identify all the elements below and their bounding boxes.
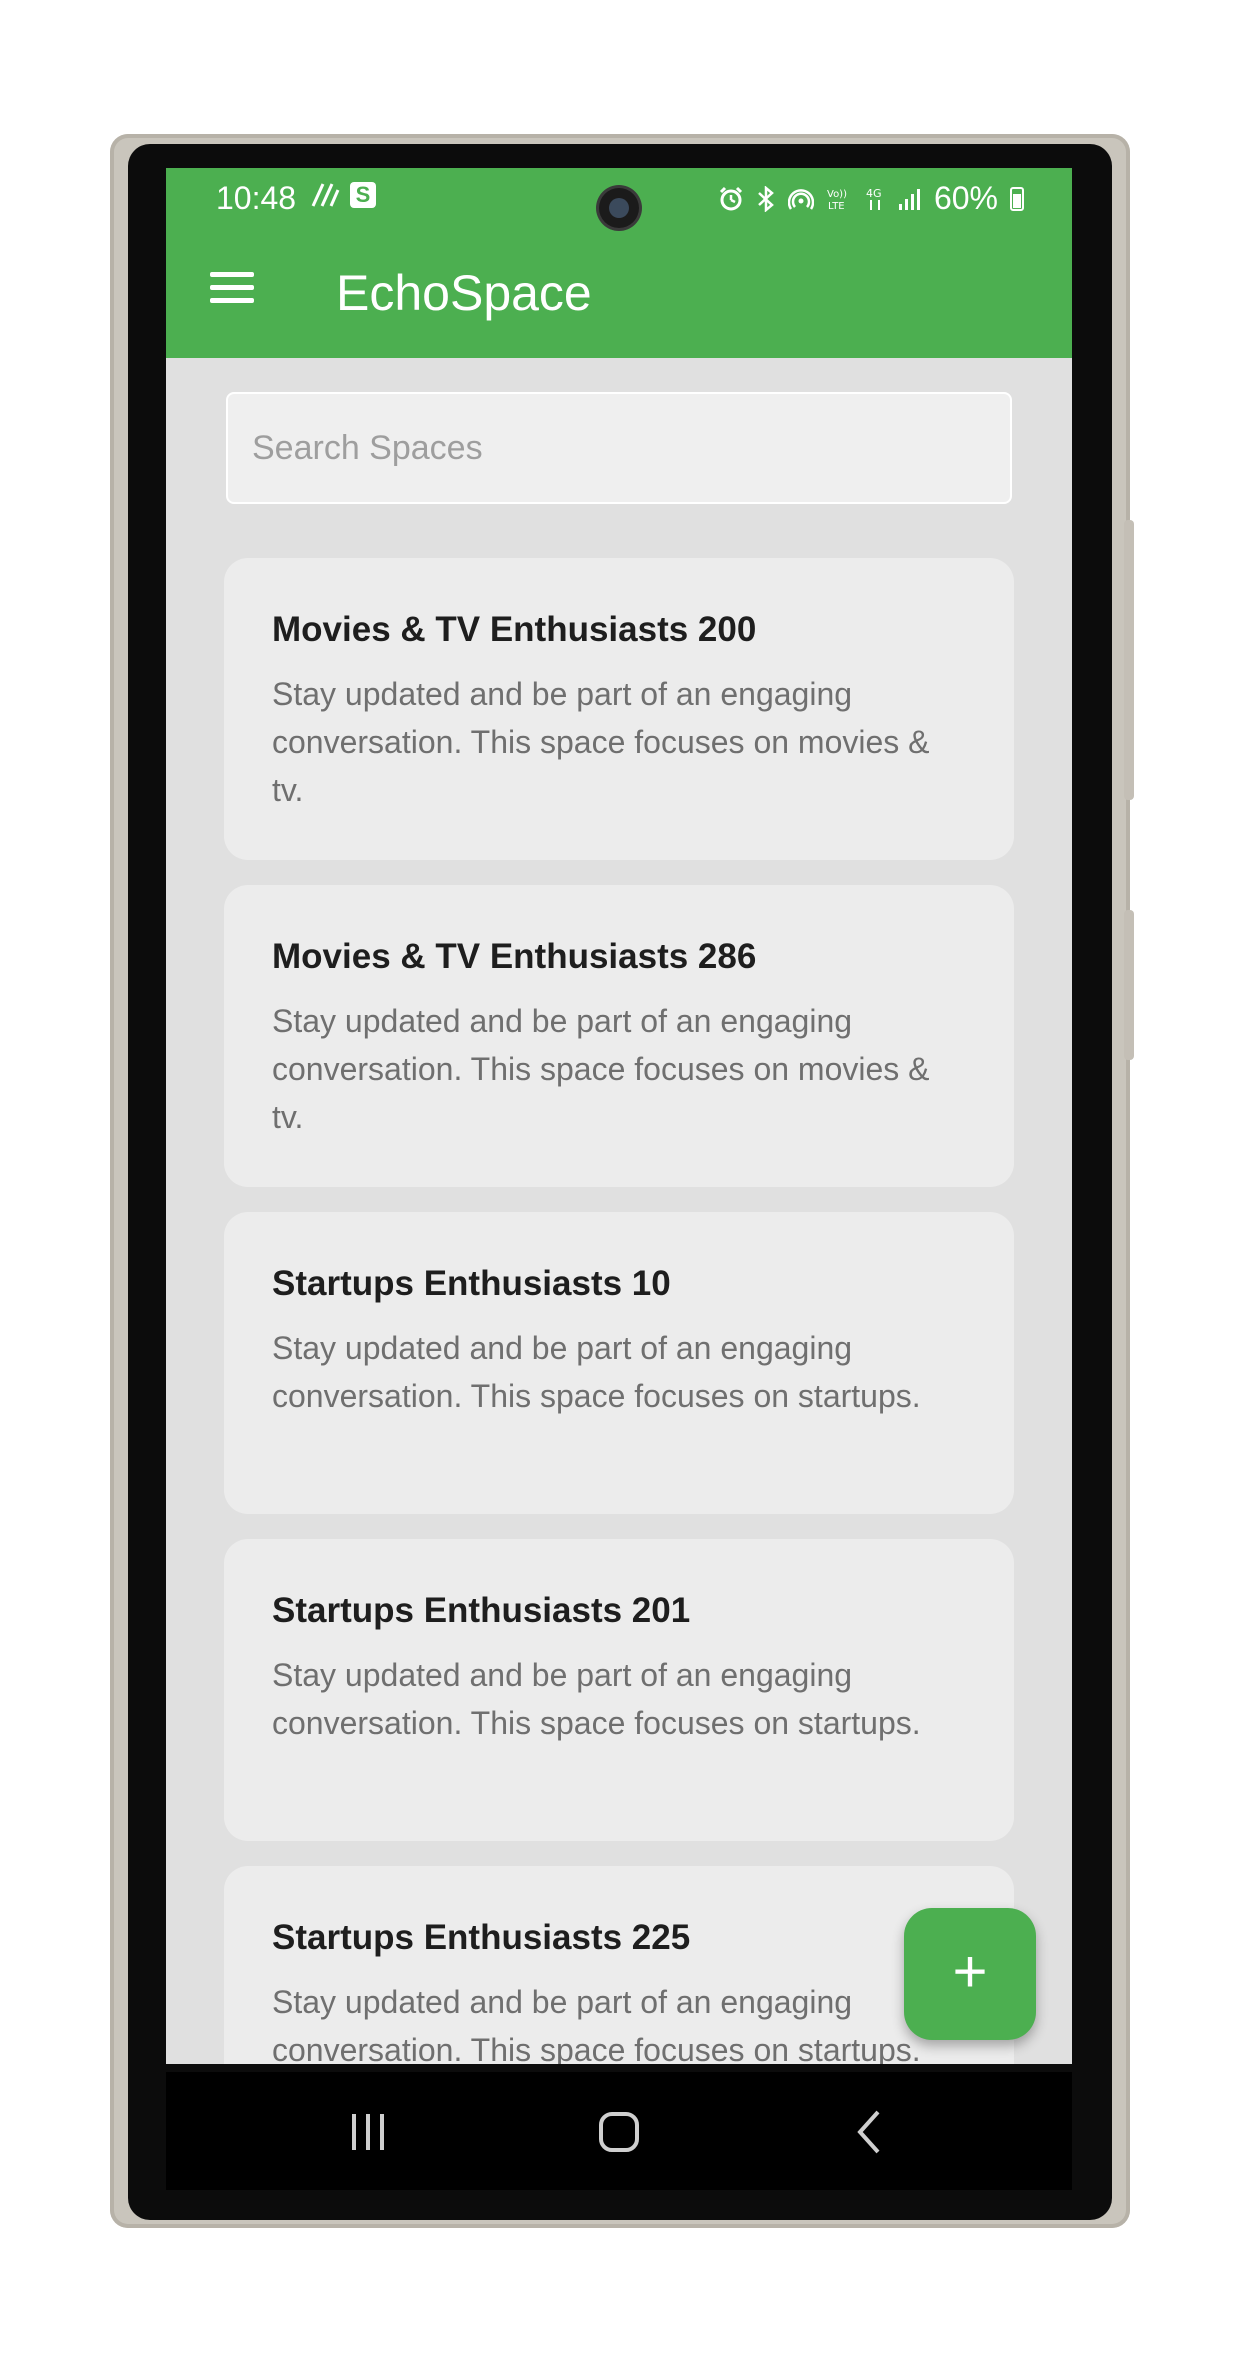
status-right-icons: Vo)) LTE 4G 60% xyxy=(718,180,1024,217)
alarm-icon xyxy=(719,186,743,210)
battery-percent: 60% xyxy=(933,180,998,216)
bluetooth-icon xyxy=(758,185,774,212)
space-description: Stay updated and be part of an engaging … xyxy=(272,1984,921,2064)
space-card[interactable]: Startups Enthusiasts 10 Stay updated and… xyxy=(224,1212,1014,1514)
space-card[interactable]: Movies & TV Enthusiasts 286 Stay updated… xyxy=(224,885,1014,1187)
space-description: Stay updated and be part of an engaging … xyxy=(272,1003,930,1135)
home-icon xyxy=(599,2112,639,2152)
s-badge-icon: S xyxy=(350,182,376,208)
system-nav-bar xyxy=(166,2072,1072,2190)
home-button[interactable] xyxy=(559,2072,679,2190)
hotspot-icon xyxy=(787,188,814,210)
menu-icon[interactable] xyxy=(210,272,254,306)
add-space-button[interactable]: + xyxy=(904,1908,1036,2040)
space-description: Stay updated and be part of an engaging … xyxy=(272,1330,921,1414)
recents-icon xyxy=(352,2114,384,2150)
recents-button[interactable] xyxy=(308,2072,428,2190)
back-button[interactable] xyxy=(810,2072,930,2190)
space-title: Movies & TV Enthusiasts 286 xyxy=(272,937,757,976)
4g-icon: 4G xyxy=(866,187,882,210)
add-icon: + xyxy=(952,1938,988,2005)
svg-text:LTE: LTE xyxy=(828,201,845,212)
svg-text:Vo)): Vo)) xyxy=(827,189,847,200)
no-sim-icon xyxy=(311,183,340,207)
space-card[interactable]: Startups Enthusiasts 201 Stay updated an… xyxy=(224,1539,1014,1841)
space-card[interactable]: Movies & TV Enthusiasts 200 Stay updated… xyxy=(224,558,1014,860)
space-list: Movies & TV Enthusiasts 200 Stay updated… xyxy=(224,558,1014,2064)
volte-icon: Vo)) LTE xyxy=(827,189,847,212)
device-stage: 10:48 S Vo)) LTE 4G 60% EchoSpace Search… xyxy=(0,0,1245,2359)
menu-icon-line xyxy=(210,272,254,277)
space-title: Startups Enthusiasts 10 xyxy=(272,1264,671,1303)
phone-side-button xyxy=(1124,520,1134,800)
search-input[interactable] xyxy=(226,392,1012,504)
status-time: 10:48 xyxy=(216,180,297,216)
menu-icon-line xyxy=(210,285,254,290)
back-icon xyxy=(857,2110,880,2154)
space-title: Startups Enthusiasts 201 xyxy=(272,1591,691,1630)
signal-icon xyxy=(898,188,920,210)
space-title: Startups Enthusiasts 225 xyxy=(272,1918,691,1957)
phone-side-button xyxy=(1124,910,1134,1060)
menu-icon-line xyxy=(210,298,254,303)
space-title: Movies & TV Enthusiasts 200 xyxy=(272,610,757,649)
svg-text:4G: 4G xyxy=(866,187,882,200)
app-screen: 10:48 S Vo)) LTE 4G 60% EchoSpace Search… xyxy=(166,168,1072,2064)
app-bar: 10:48 S Vo)) LTE 4G 60% EchoSpace xyxy=(166,168,1072,358)
battery-icon xyxy=(1010,186,1024,211)
app-title: EchoSpace xyxy=(336,265,592,321)
status-left-icons: S xyxy=(310,182,376,208)
space-card[interactable]: Startups Enthusiasts 225 Stay updated an… xyxy=(224,1866,1014,2064)
space-description: Stay updated and be part of an engaging … xyxy=(272,676,930,808)
space-description: Stay updated and be part of an engaging … xyxy=(272,1657,921,1741)
front-camera xyxy=(599,188,639,228)
